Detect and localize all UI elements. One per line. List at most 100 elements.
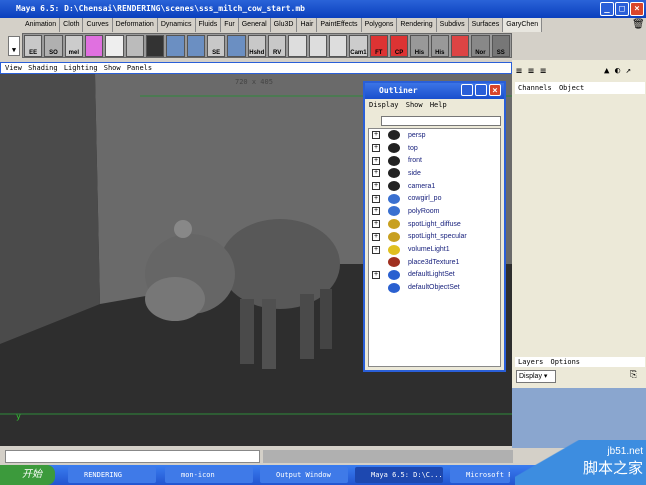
shelf-button-ft[interactable]: FT bbox=[369, 35, 388, 57]
expand-icon[interactable]: + bbox=[372, 232, 380, 241]
shelf-button-cp[interactable]: CP bbox=[389, 35, 409, 57]
expand-icon[interactable]: + bbox=[372, 131, 380, 140]
outliner-item-spotLight_specular[interactable]: + spotLight_specular bbox=[369, 231, 500, 244]
shelf-tab-surfaces[interactable]: Surfaces bbox=[469, 18, 504, 32]
shelf-tab-fur[interactable]: Fur bbox=[221, 18, 239, 32]
expand-icon[interactable]: + bbox=[372, 245, 380, 254]
outliner-item-cowgirl_po[interactable]: + cowgirl_po bbox=[369, 192, 500, 205]
outliner-close[interactable]: × bbox=[489, 84, 501, 96]
outliner-item-defaultObjectSet[interactable]: defaultObjectSet bbox=[369, 281, 500, 294]
expand-icon[interactable]: + bbox=[372, 169, 380, 178]
outliner-maximize[interactable] bbox=[475, 84, 487, 96]
shelf-menu-button[interactable]: ▼ bbox=[8, 36, 20, 56]
shelf-button-13[interactable] bbox=[288, 35, 307, 57]
outliner-item-camera1[interactable]: + camera1 bbox=[369, 180, 500, 193]
mesh-icon bbox=[388, 193, 400, 204]
shelf-tab-curves[interactable]: Curves bbox=[83, 18, 113, 32]
shelf-tab-garychen[interactable]: GaryChen bbox=[503, 18, 543, 32]
layer-display-dropdown[interactable]: Display ▾ bbox=[516, 370, 556, 383]
shelf-button-ee[interactable]: EE bbox=[24, 35, 43, 57]
shelf-button-mel[interactable]: mel bbox=[64, 35, 83, 57]
menu-panels[interactable]: Panels bbox=[127, 64, 152, 72]
minimize-button[interactable]: _ bbox=[600, 2, 614, 16]
shelf-button-15[interactable] bbox=[328, 35, 348, 57]
shelf-tab-deformation[interactable]: Deformation bbox=[113, 18, 158, 32]
shelf-tab-dynamics[interactable]: Dynamics bbox=[158, 18, 196, 32]
outliner-item-polyRoom[interactable]: + polyRoom bbox=[369, 205, 500, 218]
shelf-button-7[interactable] bbox=[166, 35, 185, 57]
item-label: defaultObjectSet bbox=[408, 284, 460, 292]
menu-lighting[interactable]: Lighting bbox=[64, 64, 98, 72]
outliner-item-spotLight_diffuse[interactable]: + spotLight_diffuse bbox=[369, 218, 500, 231]
maximize-button[interactable]: □ bbox=[615, 2, 629, 16]
menu-options[interactable]: Options bbox=[551, 358, 581, 366]
expand-icon[interactable]: + bbox=[372, 144, 380, 153]
shelf-button-rv[interactable]: RV bbox=[267, 35, 287, 57]
shelf-tab-painteffects[interactable]: PaintEffects bbox=[317, 18, 362, 32]
expand-icon[interactable]: + bbox=[372, 194, 380, 203]
shelf-tab-fluids[interactable]: Fluids bbox=[196, 18, 222, 32]
outliner-item-side[interactable]: + side bbox=[369, 167, 500, 180]
outliner-title-bar[interactable]: Outliner × bbox=[365, 83, 504, 99]
expand-icon[interactable]: + bbox=[372, 156, 380, 165]
outliner-item-persp[interactable]: + persp bbox=[369, 129, 500, 142]
outliner-item-front[interactable]: + front bbox=[369, 154, 500, 167]
task-rendering[interactable]: RENDERING bbox=[68, 467, 156, 483]
menu-show[interactable]: Show bbox=[406, 101, 423, 109]
outliner-item-volumeLight1[interactable]: + volumeLight1 bbox=[369, 243, 500, 256]
menu-help[interactable]: Help bbox=[430, 101, 447, 109]
menu-display[interactable]: Display bbox=[369, 101, 399, 109]
menu-shading[interactable]: Shading bbox=[28, 64, 58, 72]
shelf-button-ss[interactable]: SS bbox=[491, 35, 510, 57]
shelf-button-14[interactable] bbox=[308, 35, 327, 57]
shelf-tab-hair[interactable]: Hair bbox=[297, 18, 318, 32]
shelf-tab-glu3d[interactable]: Glu3D bbox=[271, 18, 298, 32]
task-maya[interactable]: Maya 6.5: D:\C... bbox=[355, 467, 443, 483]
menu-object[interactable]: Object bbox=[559, 84, 584, 92]
new-layer-icon[interactable]: ⎘ bbox=[630, 370, 637, 380]
shelf-button-his[interactable]: His bbox=[430, 35, 449, 57]
start-button[interactable]: 开始 bbox=[0, 465, 55, 485]
shelf-button-8[interactable] bbox=[186, 35, 205, 57]
outliner-item-top[interactable]: + top bbox=[369, 142, 500, 155]
channel-toggle-icons[interactable]: ▲ ◐ ↗ bbox=[604, 66, 631, 76]
menu-channels[interactable]: Channels bbox=[518, 84, 552, 92]
shelf-button-cam1[interactable]: Cam1 bbox=[349, 35, 368, 57]
shelf-tabs: Animation Cloth Curves Deformation Dynamics F… bbox=[22, 18, 543, 32]
shelf-tab-subdivs[interactable]: Subdivs bbox=[437, 18, 469, 32]
shelf-button-5[interactable] bbox=[125, 35, 144, 57]
shelf-button-hshd[interactable]: Hshd bbox=[247, 35, 266, 57]
outliner-minimize[interactable] bbox=[461, 84, 473, 96]
shelf-button-21[interactable] bbox=[450, 35, 470, 57]
menu-layers[interactable]: Layers bbox=[518, 358, 543, 366]
channel-layout-icons[interactable]: ≡ ≡ ≡ bbox=[516, 66, 546, 77]
shelf-button-3[interactable] bbox=[84, 35, 104, 57]
menu-view[interactable]: View bbox=[5, 64, 22, 72]
shelf-button-his[interactable]: His bbox=[410, 35, 429, 57]
expand-icon[interactable]: + bbox=[372, 207, 380, 216]
shelf-button-6[interactable] bbox=[145, 35, 165, 57]
shelf-tab-general[interactable]: General bbox=[239, 18, 271, 32]
outliner-item-place3dTexture1[interactable]: place3dTexture1 bbox=[369, 256, 500, 269]
task-microsoft[interactable]: Microsoft P bbox=[450, 467, 510, 483]
shelf-button-nor[interactable]: Nor bbox=[471, 35, 490, 57]
close-button[interactable]: × bbox=[630, 2, 644, 16]
trash-icon[interactable]: 🗑 bbox=[632, 19, 645, 30]
shelf-tab-rendering[interactable]: Rendering bbox=[397, 18, 437, 32]
shelf-tab-animation[interactable]: Animation bbox=[22, 18, 61, 32]
task-mon-icon[interactable]: mon-icon bbox=[165, 467, 253, 483]
expand-icon[interactable]: + bbox=[372, 182, 380, 191]
shelf-button-so[interactable]: SO bbox=[44, 35, 63, 57]
expand-icon[interactable]: + bbox=[372, 220, 380, 229]
expand-icon[interactable]: + bbox=[372, 270, 380, 279]
outliner-item-defaultLightSet[interactable]: + defaultLightSet bbox=[369, 269, 500, 282]
task-output-window[interactable]: Output Window bbox=[260, 467, 348, 483]
shelf-button-se[interactable]: SE bbox=[206, 35, 226, 57]
command-input[interactable] bbox=[5, 450, 260, 463]
shelf-button-10[interactable] bbox=[227, 35, 246, 57]
shelf-tab-cloth[interactable]: Cloth bbox=[60, 18, 84, 32]
menu-show[interactable]: Show bbox=[104, 64, 121, 72]
shelf-button-4[interactable] bbox=[105, 35, 124, 57]
outliner-filter-input[interactable] bbox=[381, 116, 501, 126]
shelf-tab-polygons[interactable]: Polygons bbox=[362, 18, 398, 32]
